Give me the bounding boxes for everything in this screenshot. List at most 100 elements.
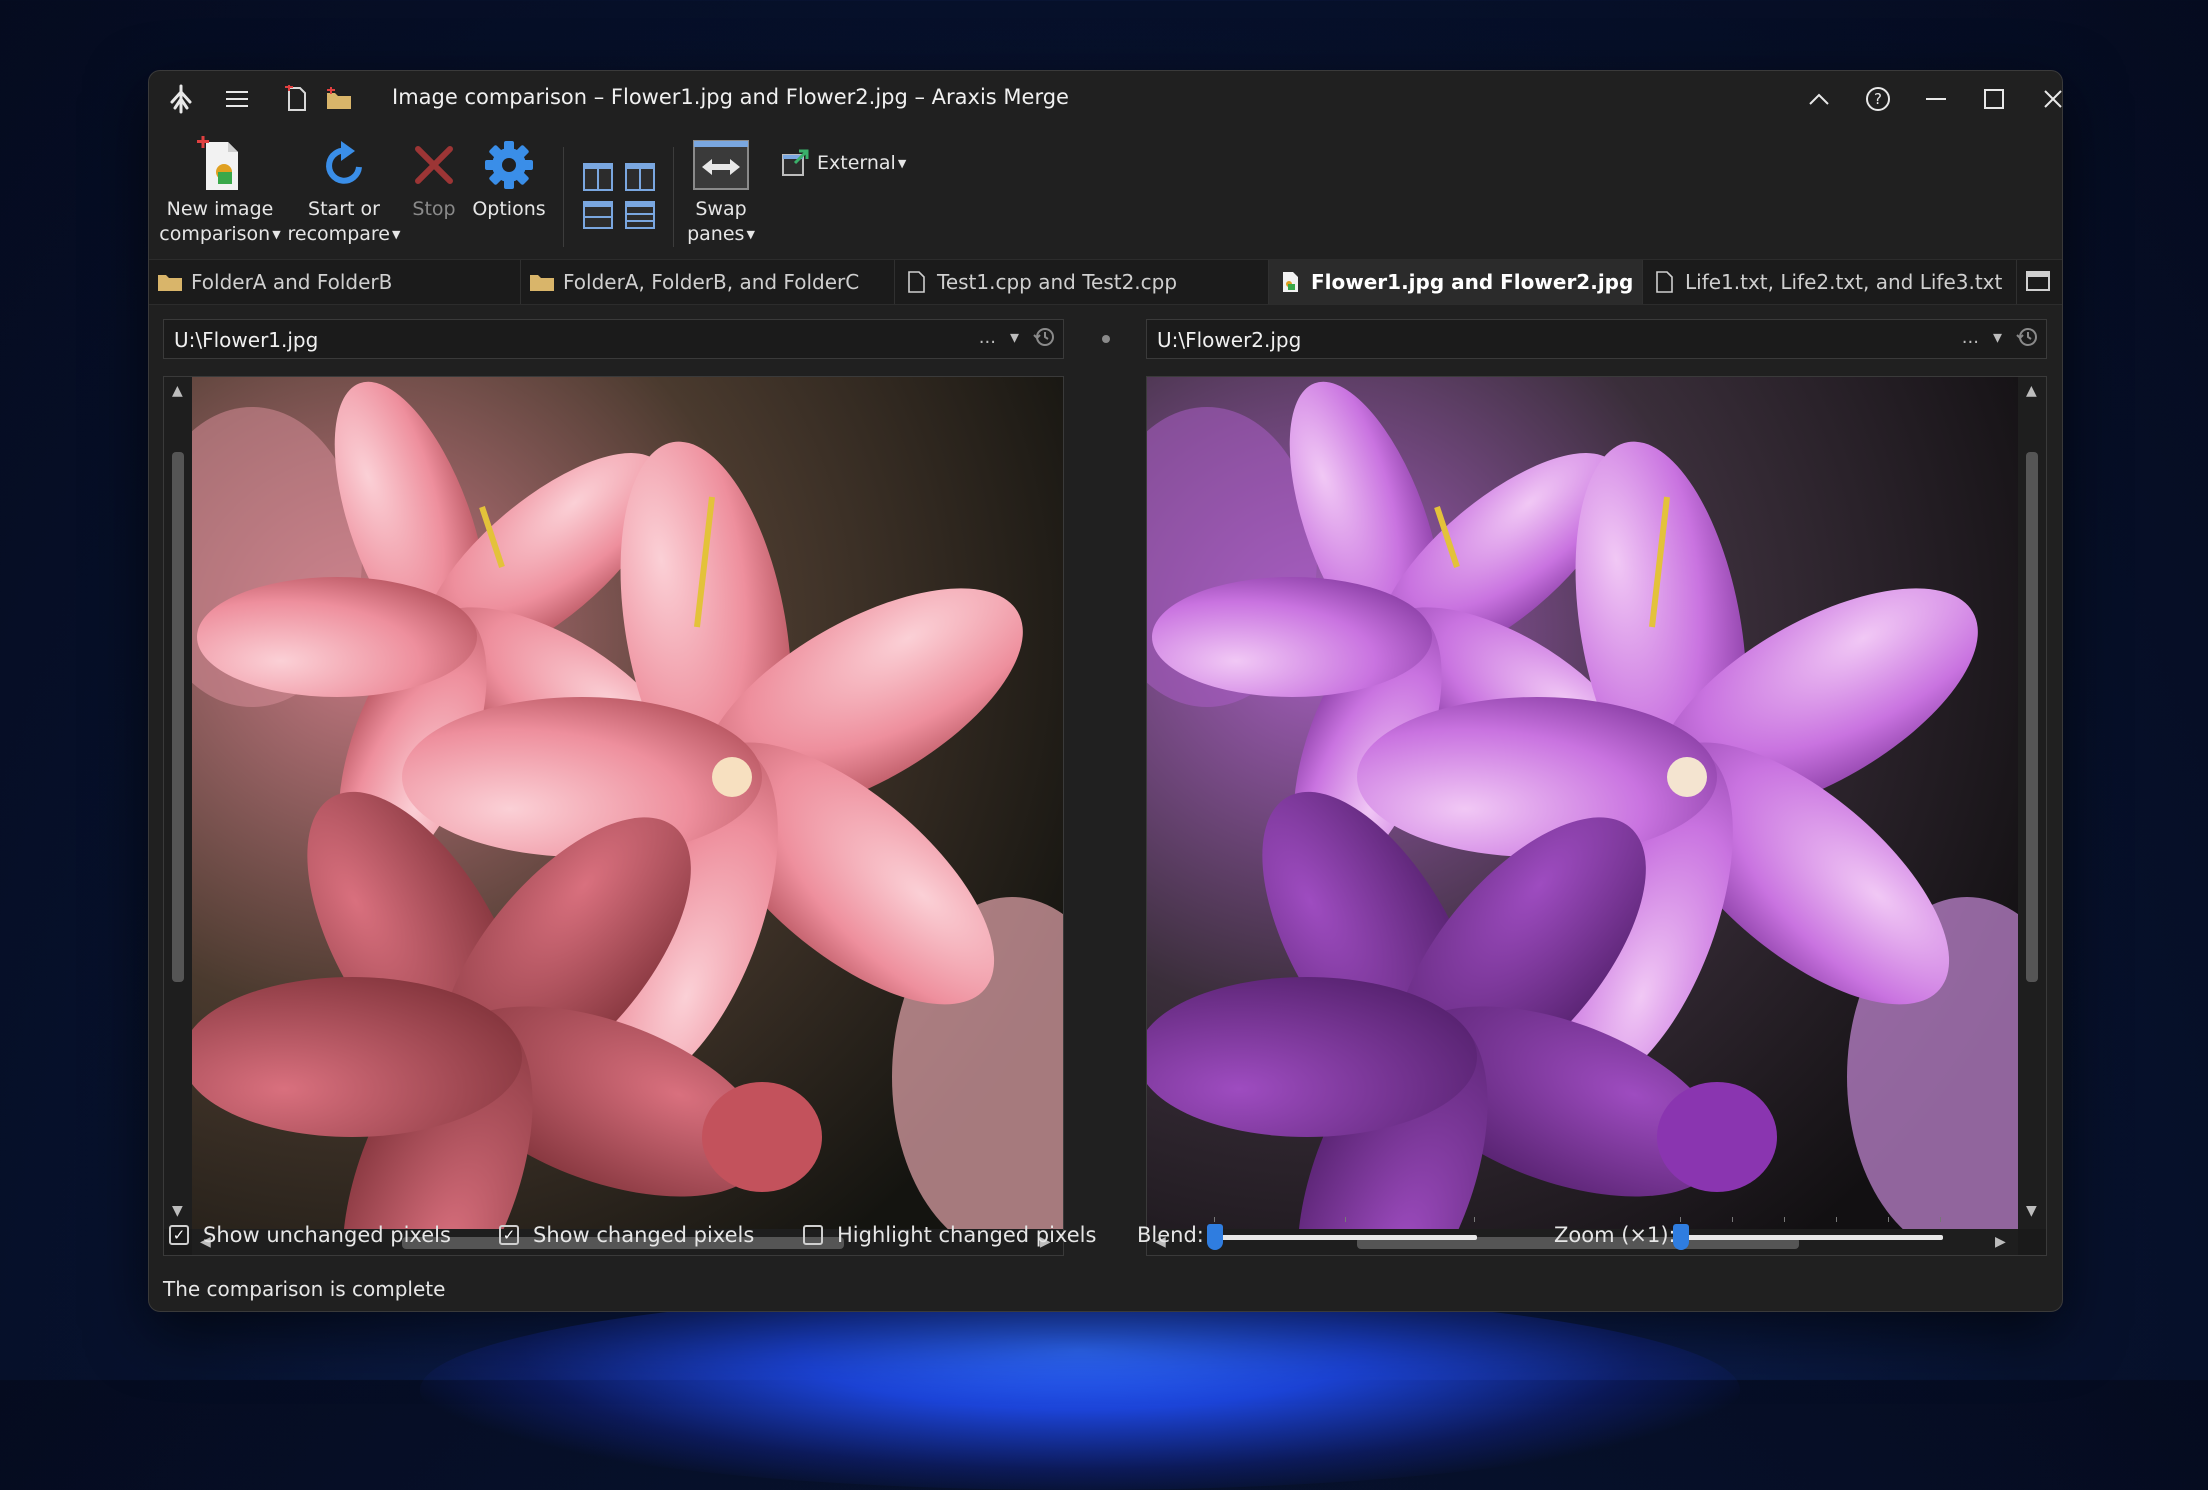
folder-icon [158,275,182,291]
right-image-pane: ▲ ▼ ◀ ▶ [1146,376,2047,1256]
swap-panes-button[interactable]: Swap panes ▼ [681,135,761,247]
layout-vertical-two-pane-button[interactable] [583,163,613,191]
scroll-thumb[interactable] [172,452,184,982]
app-logo-icon[interactable] [163,81,199,117]
tab-label: Flower1.jpg and Flower2.jpg [1311,270,1634,294]
tab-foldera-folderb-folderc[interactable]: FolderA, FolderB, and FolderC [521,260,895,304]
checkbox-checked-icon: ✓ [499,1225,519,1245]
tab-flower1-and-flower2[interactable]: Flower1.jpg and Flower2.jpg [1269,260,1643,304]
svg-text:?: ? [1874,90,1882,108]
swap-panes-label-2: panes [687,223,745,245]
layout-vertical-three-pane-button[interactable] [625,163,655,191]
file-icon [1656,271,1673,293]
help-icon[interactable]: ? [1856,79,1900,119]
more-options-icon[interactable]: ... [1962,327,1979,348]
scroll-up-arrow-icon[interactable]: ▲ [172,383,183,399]
flower1-image[interactable] [192,377,1063,1229]
swap-panes-label-1: Swap [695,198,747,220]
external-button[interactable]: External ▼ [781,149,906,177]
new-image-comparison-label-2: comparison [159,223,271,245]
options-button[interactable]: Options [471,135,547,222]
chevron-down-icon: ▼ [897,156,907,170]
tab-foldera-and-folderb[interactable]: FolderA and FolderB [149,260,521,304]
document-tabs: FolderA and FolderB FolderA, FolderB, an… [149,259,2062,305]
open-folder-icon[interactable] [321,81,357,117]
ribbon-separator [563,147,564,247]
scroll-up-arrow-icon[interactable]: ▲ [2026,383,2037,399]
blend-slider-track[interactable] [1215,1235,1477,1240]
folder-icon [530,275,554,291]
highlight-changed-pixels-checkbox[interactable]: Highlight changed pixels [803,1223,1096,1247]
titlebar: Image comparison – Flower1.jpg and Flowe… [149,71,2062,127]
external-label: External [817,152,896,174]
new-file-icon[interactable] [279,81,315,117]
chevron-down-icon: ▼ [391,228,401,241]
right-path-text: U:\Flower2.jpg [1157,328,1302,352]
start-or-recompare-label-1: Start or [308,198,380,220]
layout-horizontal-three-pane-button[interactable] [625,201,655,229]
menu-icon[interactable] [219,81,255,117]
tab-list-window-icon[interactable] [2025,270,2051,292]
start-or-recompare-button[interactable]: Start or recompare ▼ [285,135,403,247]
zoom-label: Zoom (×1): [1554,1223,1676,1247]
show-changed-pixels-checkbox[interactable]: ✓ Show changed pixels [499,1223,754,1247]
left-path-bar[interactable]: U:\Flower1.jpg ... ▾ [163,319,1064,359]
gear-icon [479,135,539,195]
tab-label: FolderA, FolderB, and FolderC [563,270,860,294]
new-image-comparison-button[interactable]: New image comparison ▼ [157,135,283,247]
highlight-changed-pixels-label: Highlight changed pixels [837,1223,1097,1247]
stop-label: Stop [412,198,456,220]
scroll-thumb[interactable] [2026,452,2038,982]
show-unchanged-pixels-label: Show unchanged pixels [203,1223,451,1247]
history-icon[interactable] [1033,326,1055,348]
tab-life1-life2-life3[interactable]: Life1.txt, Life2.txt, and Life3.txt [1643,260,2017,304]
history-icon[interactable] [2016,326,2038,348]
new-image-comparison-label-1: New image [166,198,274,220]
stop-button[interactable]: Stop [407,135,461,222]
left-vertical-scrollbar[interactable]: ▲ ▼ [164,377,192,1229]
chevron-down-icon: ▼ [746,228,755,241]
ribbon-toolbar: New image comparison ▼ Start or recompare… [149,127,2062,259]
scroll-down-arrow-icon[interactable]: ▼ [2026,1203,2037,1219]
zoom-slider-track[interactable] [1681,1235,1943,1240]
show-unchanged-pixels-checkbox[interactable]: ✓ Show unchanged pixels [169,1223,451,1247]
external-open-icon [782,149,809,176]
left-path-text: U:\Flower1.jpg [174,328,319,352]
options-label: Options [472,198,546,220]
tab-label: Life1.txt, Life2.txt, and Life3.txt [1685,270,2003,294]
maximize-icon[interactable] [1972,79,2016,119]
right-vertical-scrollbar[interactable]: ▲ ▼ [2018,377,2046,1229]
start-or-recompare-label-2: recompare [287,223,390,245]
right-path-bar[interactable]: U:\Flower2.jpg ... ▾ [1146,319,2047,359]
tab-test1-and-test2[interactable]: Test1.cpp and Test2.cpp [895,260,1269,304]
checkbox-checked-icon: ✓ [169,1225,189,1245]
new-image-comparison-icon [190,135,250,195]
collapse-ribbon-icon[interactable] [1797,79,1841,119]
blend-label: Blend: [1137,1223,1204,1247]
tab-label: FolderA and FolderB [191,270,393,294]
zoom-slider-thumb[interactable] [1673,1224,1689,1250]
left-image-pane: ▲ ▼ ◀ ▶ [163,376,1064,1256]
scroll-down-arrow-icon[interactable]: ▼ [172,1203,183,1219]
image-file-icon [1283,272,1298,292]
chevron-down-icon: ▼ [272,228,281,241]
minimize-icon[interactable] [1914,79,1958,119]
more-options-icon[interactable]: ... [979,327,996,348]
window-title: Image comparison – Flower1.jpg and Flowe… [392,85,1069,109]
wallpaper-swirl [420,1290,1740,1490]
refresh-icon [314,135,374,195]
show-changed-pixels-label: Show changed pixels [533,1223,755,1247]
file-icon [908,271,925,293]
ribbon-separator [673,147,674,247]
close-icon[interactable] [2031,79,2062,119]
chevron-down-icon[interactable]: ▾ [1010,327,1019,348]
pane-link-dot [1102,335,1110,343]
flower2-image[interactable] [1147,377,2018,1229]
status-bar-text: The comparison is complete [163,1277,446,1301]
tab-label: Test1.cpp and Test2.cpp [937,270,1178,294]
chevron-down-icon[interactable]: ▾ [1993,327,2002,348]
layout-horizontal-two-pane-button[interactable] [583,201,613,229]
checkbox-unchecked-icon [803,1225,823,1245]
blend-slider-thumb[interactable] [1207,1224,1223,1250]
scroll-right-arrow-icon[interactable]: ▶ [1995,1234,2006,1250]
